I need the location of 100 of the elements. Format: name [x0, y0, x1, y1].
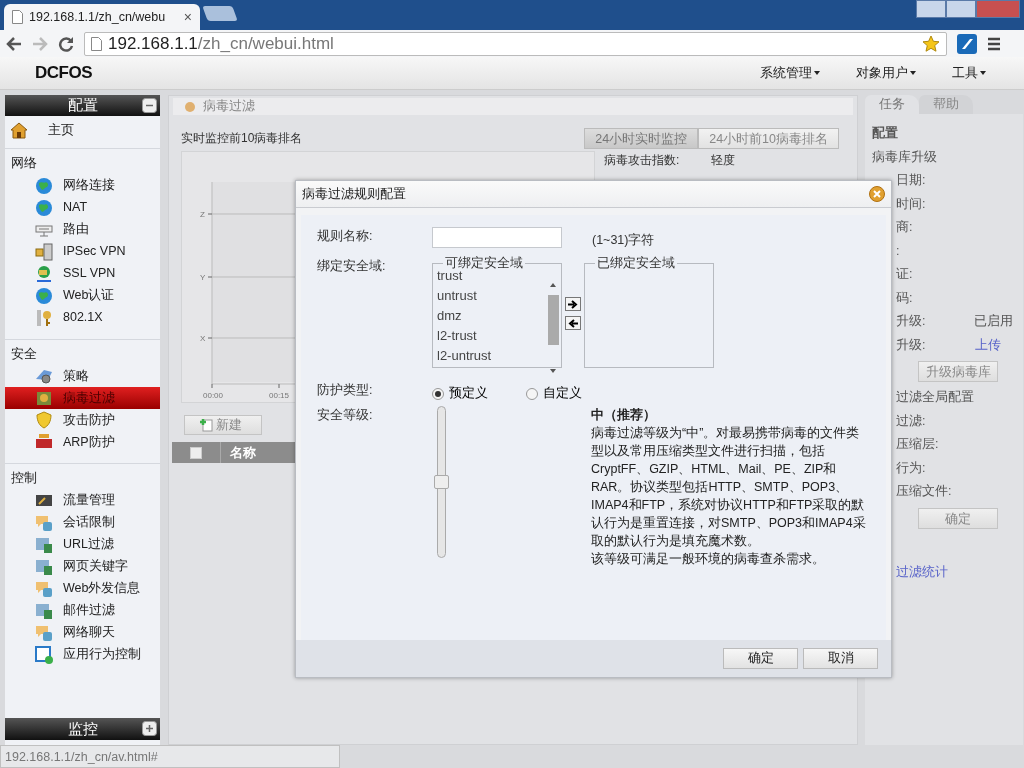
heading: 配置 — [872, 125, 898, 143]
nav-item[interactable]: SSL VPN — [5, 262, 160, 285]
button[interactable]: 取消 — [803, 648, 878, 669]
axis-label: Y — [200, 273, 206, 282]
address-field[interactable]: 192.168.1.1/zh_cn/webui.html — [84, 31, 947, 56]
nav-item[interactable]: 应用行为控制 — [5, 643, 160, 666]
reload-icon[interactable] — [58, 35, 74, 52]
list-item[interactable]: untrust — [437, 285, 546, 306]
nav-item[interactable]: 路由 — [5, 218, 160, 241]
page-icon — [12, 10, 23, 24]
server-icon — [35, 242, 53, 261]
link[interactable]: 过滤统计 — [896, 562, 948, 582]
radio-button[interactable]: 自定义 — [526, 381, 582, 406]
field-label: 绑定安全域: — [317, 258, 387, 275]
monitor-icon — [35, 264, 53, 283]
menu-icon[interactable] — [987, 36, 1001, 51]
menu-item[interactable]: 系统管理 — [760, 63, 830, 83]
new-tab-button[interactable] — [202, 6, 238, 21]
right-arrow-icon — [568, 299, 578, 309]
status-dot — [185, 101, 195, 112]
axis-label: 00:15 — [269, 391, 290, 400]
browser-tab[interactable]: 192.168.1.1/zh_cn/webu × — [4, 4, 200, 30]
window-icon — [35, 645, 53, 664]
nav-item[interactable]: 网络连接 — [5, 174, 160, 197]
group-title: 已绑定安全域 — [596, 257, 676, 270]
nav-item[interactable]: Web认证 — [5, 284, 160, 307]
panel-title: 配置 — [67, 95, 98, 116]
description: 病毒过滤等级为“中”。对最易携带病毒的文件类型以及常用压缩类型文件进行扫描，包括CryptFF、GZIP、HTML、Mail、PE、ZIP和RAR。协议类型包括HTTP、SMTP、POP3、IMAP4和FTP，系统对协议HTTP和FTP采取的默认行为是重置连接，对SMTP、POP3和IMAP4采取的默认行为是填充魔术数。 — [591, 425, 867, 550]
maximize-button[interactable] — [946, 0, 976, 18]
nav-item[interactable]: NAT — [5, 196, 160, 219]
expand-button[interactable] — [142, 721, 157, 736]
axis-label: Z — [200, 210, 205, 219]
list-item[interactable]: dmz — [437, 305, 546, 326]
slider-thumb[interactable] — [434, 475, 449, 489]
chat-icon — [35, 579, 53, 598]
field-label: 升级: — [896, 313, 926, 331]
minimize-button[interactable] — [916, 0, 946, 18]
field-label: 过滤全局配置 — [896, 389, 974, 407]
list-box[interactable]: 已绑定安全域 — [584, 257, 714, 368]
field-label: 时间: — [896, 195, 926, 213]
nav-item[interactable]: 802.1X — [5, 306, 160, 329]
input-field[interactable] — [432, 227, 562, 248]
logo: DCFOS — [35, 62, 92, 85]
section-title: 安全 — [10, 344, 38, 363]
left-arrow-icon — [568, 318, 578, 328]
nav-item[interactable]: 策略 — [5, 365, 160, 387]
menu-item[interactable]: 工具 — [952, 63, 996, 83]
list-item[interactable]: l2-untrust — [437, 345, 546, 366]
chat-icon — [35, 623, 53, 642]
upload-link[interactable]: 上传 — [975, 335, 1001, 355]
nav-item[interactable]: 主页 — [5, 119, 160, 141]
caret-icon — [910, 71, 916, 75]
section-title: 网络 — [10, 154, 38, 172]
nav-item[interactable]: 网络聊天 — [5, 621, 160, 644]
field-label: 码: — [896, 289, 913, 307]
field-label: 过滤: — [896, 412, 926, 430]
field-label: 病毒攻击指数: — [604, 153, 680, 167]
field-label: 压缩文件: — [896, 483, 952, 501]
axis-label: X — [200, 334, 206, 343]
nav-item[interactable]: URL过滤 — [5, 533, 160, 556]
chat-icon — [35, 513, 53, 532]
collapse-button[interactable] — [142, 98, 157, 113]
list-item[interactable]: l2-trust — [437, 325, 546, 346]
field-value: 轻度 — [711, 153, 736, 167]
add-button[interactable] — [565, 297, 581, 311]
field-label: 商: — [896, 219, 913, 237]
close-tab-button[interactable]: × — [183, 10, 192, 24]
nav-item[interactable]: 流量管理 — [5, 489, 160, 512]
tab[interactable]: 任务 — [865, 95, 919, 114]
note: 该等级可满足一般环境的病毒查杀需求。 — [591, 551, 826, 568]
button[interactable]: 确定 — [723, 648, 798, 669]
nav-item[interactable]: IPSec VPN — [5, 240, 160, 263]
star-icon[interactable] — [922, 34, 940, 53]
nav-item[interactable]: Web外发信息 — [5, 577, 160, 600]
nav-item[interactable]: ARP防护 — [5, 431, 160, 453]
section-title: 实时监控前10病毒排名 — [181, 130, 303, 147]
panel-header[interactable]: 监控 — [5, 718, 160, 740]
text: 病毒库升级 — [872, 148, 937, 166]
nav-item[interactable]: 邮件过滤 — [5, 599, 160, 622]
axis-label: 00:00 — [203, 391, 224, 400]
close-icon[interactable] — [869, 186, 885, 202]
key-icon — [35, 308, 53, 327]
nav-item[interactable]: 网页关键字 — [5, 555, 160, 578]
extension-icon[interactable] — [957, 33, 977, 54]
breadcrumb: 病毒过滤 — [203, 98, 255, 116]
slider[interactable] — [437, 406, 446, 558]
field-value: 已启用 — [974, 313, 1013, 331]
back-icon[interactable] — [6, 36, 22, 51]
radio-button[interactable]: 预定义 — [432, 381, 488, 406]
field-label: 安全等级: — [317, 407, 374, 424]
nav-item[interactable]: 会话限制 — [5, 511, 160, 534]
field-label: 证: — [896, 266, 913, 284]
level-title: 中（推荐） — [591, 407, 657, 424]
field-label: 日期: — [896, 172, 926, 190]
dialog-title: 病毒过滤规则配置 — [302, 185, 406, 203]
checkbox[interactable] — [190, 446, 202, 459]
nav-item[interactable]: 攻击防护 — [5, 409, 160, 431]
remove-button[interactable] — [565, 316, 581, 330]
menu-item[interactable]: 对象用户 — [856, 63, 926, 83]
globe-icon — [35, 176, 53, 195]
